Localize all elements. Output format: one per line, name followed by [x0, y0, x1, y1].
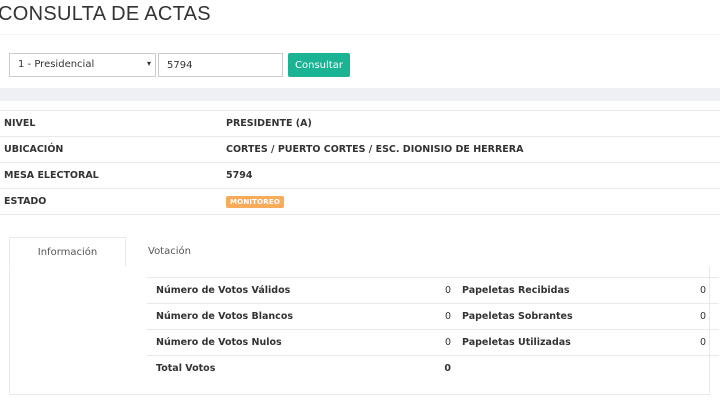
paper-label: Papeletas Recibidas — [462, 285, 570, 296]
vote-label: Número de Votos Válidos — [156, 285, 291, 296]
table-row-total: Total Votos 0 — [147, 355, 719, 381]
title-divider — [0, 34, 720, 35]
detail-value: PRESIDENTE (A) — [226, 118, 312, 129]
vote-label: Total Votos — [156, 363, 216, 374]
paper-value: 0 — [699, 337, 706, 348]
acta-details-table: NIVEL PRESIDENTE (A) UBICACIÓN CORTES / … — [0, 110, 720, 215]
chevron-down-icon: ▾ — [146, 59, 151, 68]
vote-value: 0 — [444, 337, 451, 348]
mesa-input[interactable] — [158, 53, 283, 77]
paper-label: Papeletas Utilizadas — [462, 337, 571, 348]
detail-row-mesa: MESA ELECTORAL 5794 — [0, 162, 720, 188]
level-select-value: 1 - Presidencial — [18, 59, 95, 70]
paper-label: Papeletas Sobrantes — [462, 311, 573, 322]
tab-votacion[interactable]: Votación — [136, 237, 203, 267]
page-title: CONSULTA DE ACTAS — [0, 3, 211, 25]
detail-row-ubicacion: UBICACIÓN CORTES / PUERTO CORTES / ESC. … — [0, 136, 720, 162]
paper-value: 0 — [699, 311, 706, 322]
paper-value: 0 — [699, 285, 706, 296]
tab-informacion-general[interactable]: Información General — [9, 237, 126, 288]
table-row: Número de Votos Nulos 0 Papeletas Utiliz… — [147, 329, 719, 355]
vote-label: Número de Votos Blancos — [156, 311, 293, 322]
tab-panel-informacion-general: Número de Votos Válidos 0 Papeletas Reci… — [9, 267, 719, 395]
detail-value: CORTES / PUERTO CORTES / ESC. DIONISIO D… — [226, 144, 524, 155]
table-row: Número de Votos Blancos 0 Papeletas Sobr… — [147, 303, 719, 329]
section-divider-band — [0, 88, 720, 101]
vote-value: 0 — [444, 311, 451, 322]
level-select[interactable]: 1 - Presidencial ▾ — [9, 53, 156, 77]
votes-table: Número de Votos Válidos 0 Papeletas Reci… — [147, 277, 719, 381]
vote-label: Número de Votos Nulos — [156, 337, 282, 348]
detail-label: ESTADO — [4, 196, 47, 207]
detail-label: UBICACIÓN — [4, 144, 64, 155]
tab-bar: Información General Votación — [9, 237, 710, 288]
vote-total-value: 0 — [444, 363, 451, 374]
vote-value: 0 — [444, 285, 451, 296]
detail-value: 5794 — [226, 170, 253, 181]
consultar-button[interactable]: Consultar — [288, 53, 350, 77]
detail-row-nivel: NIVEL PRESIDENTE (A) — [0, 110, 720, 136]
detail-label: NIVEL — [4, 118, 36, 129]
status-badge: MONITOREO — [226, 196, 285, 208]
detail-label: MESA ELECTORAL — [4, 170, 99, 181]
table-row: Número de Votos Válidos 0 Papeletas Reci… — [147, 277, 719, 303]
detail-row-estado: ESTADO MONITOREO — [0, 188, 720, 215]
